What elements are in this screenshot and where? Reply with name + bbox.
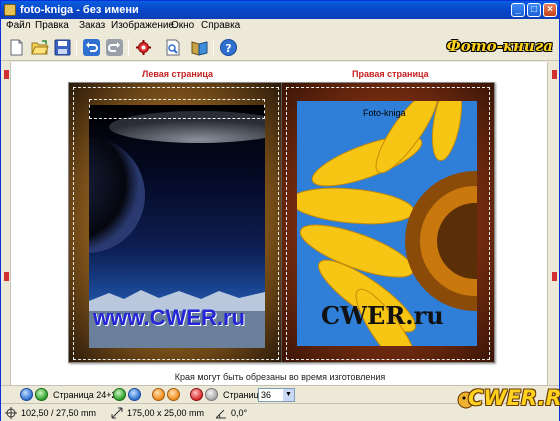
save-icon[interactable] bbox=[53, 38, 72, 57]
toolbar-separator bbox=[76, 39, 77, 56]
add-page-before-button[interactable] bbox=[152, 388, 165, 401]
menu-window[interactable]: Окно bbox=[171, 20, 194, 31]
pages-count-value: 36 bbox=[261, 390, 272, 400]
spread-label: Страница 24+25 bbox=[53, 390, 122, 400]
open-folder-icon[interactable] bbox=[30, 38, 49, 57]
settings-icon[interactable] bbox=[134, 38, 153, 57]
left-page-label: Левая страница bbox=[142, 69, 214, 79]
book-spread[interactable]: www.CWER.ru Foto-kniga CWER.ru bbox=[68, 82, 495, 363]
ruler-marker bbox=[4, 70, 9, 79]
workspace: Левая страница Правая страница www.CWER.… bbox=[1, 62, 559, 385]
delete-page-button[interactable] bbox=[190, 388, 203, 401]
window-title: foto-kniga - без имени bbox=[20, 4, 139, 16]
ruler-marker bbox=[552, 272, 557, 281]
menu-order[interactable]: Заказ bbox=[79, 20, 105, 31]
redo-icon[interactable] bbox=[105, 38, 124, 57]
app-window: foto-kniga - без имени _ □ × Файл Правка… bbox=[0, 0, 560, 421]
menu-edit[interactable]: Правка bbox=[35, 20, 69, 31]
svg-text:?: ? bbox=[225, 42, 231, 55]
position-readout: 102,50 / 27,50 mm bbox=[21, 408, 97, 418]
close-button[interactable]: × bbox=[543, 3, 557, 17]
menu-help[interactable]: Справка bbox=[201, 20, 240, 31]
menu-image[interactable]: Изображение bbox=[111, 20, 174, 31]
app-icon bbox=[4, 4, 16, 16]
right-page-label: Правая страница bbox=[352, 69, 429, 79]
left-page[interactable]: www.CWER.ru bbox=[69, 83, 281, 362]
title-bar[interactable]: foto-kniga - без имени _ □ × bbox=[1, 1, 559, 19]
cwer-logo-text: CWER.RU bbox=[468, 386, 560, 410]
right-page[interactable]: Foto-kniga CWER.ru bbox=[282, 83, 494, 362]
safe-area-border bbox=[286, 87, 490, 360]
crosshair-icon bbox=[5, 407, 17, 419]
last-page-button[interactable] bbox=[128, 388, 141, 401]
chevron-down-icon[interactable]: ▼ bbox=[283, 389, 294, 401]
size-readout: 175,00 x 25,00 mm bbox=[127, 408, 205, 418]
toolbar-separator bbox=[213, 39, 214, 56]
minimize-button[interactable]: _ bbox=[511, 3, 525, 17]
brand-logo: Фото-книга bbox=[446, 37, 554, 55]
preview-icon[interactable] bbox=[163, 38, 182, 57]
next-page-button[interactable] bbox=[113, 388, 126, 401]
clear-page-button[interactable] bbox=[205, 388, 218, 401]
ruler-marker bbox=[4, 272, 9, 281]
book-icon[interactable] bbox=[190, 38, 209, 57]
pages-count-select[interactable]: 36 ▼ bbox=[258, 388, 295, 402]
angle-readout: 0,0° bbox=[231, 408, 248, 418]
new-doc-icon[interactable] bbox=[7, 38, 26, 57]
right-ruler[interactable] bbox=[547, 62, 559, 385]
prev-page-button[interactable] bbox=[35, 388, 48, 401]
cwer-logo: CWER.RU bbox=[456, 376, 560, 420]
left-ruler[interactable] bbox=[1, 62, 11, 385]
menu-file[interactable]: Файл bbox=[6, 20, 31, 31]
safe-area-border bbox=[73, 87, 279, 360]
resize-icon bbox=[111, 407, 123, 419]
add-page-after-button[interactable] bbox=[167, 388, 180, 401]
toolbar-separator bbox=[128, 39, 129, 56]
maximize-button[interactable]: □ bbox=[527, 3, 541, 17]
angle-icon bbox=[215, 409, 226, 419]
help-icon[interactable]: ? bbox=[219, 38, 238, 57]
ruler-marker bbox=[552, 70, 557, 79]
undo-icon[interactable] bbox=[82, 38, 101, 57]
toolbar: ? Фото-книга bbox=[1, 34, 559, 61]
menu-bar: Файл Правка Заказ Изображение Окно Справ… bbox=[1, 19, 559, 34]
first-page-button[interactable] bbox=[20, 388, 33, 401]
